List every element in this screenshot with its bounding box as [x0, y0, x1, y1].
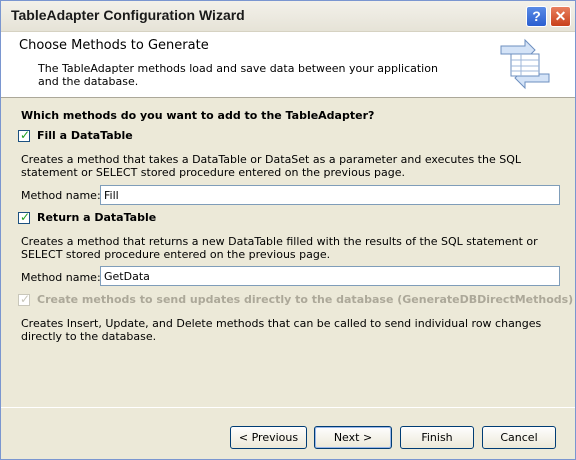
fill-method-name-input[interactable]: Fill — [100, 185, 560, 205]
next-button[interactable]: Next > — [314, 426, 392, 449]
wizard-content: Which methods do you want to add to the … — [1, 98, 575, 408]
close-button[interactable]: ✕ — [550, 6, 571, 27]
table-adapter-icon — [500, 38, 550, 90]
direct-methods-checkbox: ✓ — [18, 292, 31, 306]
return-datatable-label[interactable]: Return a DataTable — [37, 211, 156, 224]
return-method-name-label: Method name: — [21, 271, 101, 284]
cancel-button[interactable]: Cancel — [482, 426, 556, 449]
finish-button[interactable]: Finish — [400, 426, 474, 449]
return-datatable-description: Creates a method that returns a new Data… — [21, 235, 538, 261]
title-bar[interactable]: TableAdapter Configuration Wizard ? ✕ — [1, 1, 575, 32]
checkmark-icon: ✓ — [20, 210, 31, 224]
fill-method-name-label: Method name: — [21, 189, 101, 202]
previous-button[interactable]: < Previous — [230, 426, 307, 449]
page-description: The TableAdapter methods load and save d… — [38, 62, 438, 88]
direct-methods-label: Create methods to send updates directly … — [37, 293, 574, 306]
footer-divider — [1, 407, 575, 408]
fill-datatable-checkbox[interactable]: ✓ — [18, 128, 31, 142]
return-method-name-input[interactable]: GetData — [100, 266, 560, 286]
direct-methods-description: Creates Insert, Update, and Delete metho… — [21, 317, 542, 343]
methods-question: Which methods do you want to add to the … — [21, 109, 375, 122]
fill-datatable-label[interactable]: Fill a DataTable — [37, 129, 133, 142]
window-title: TableAdapter Configuration Wizard — [11, 7, 245, 23]
checkmark-icon: ✓ — [20, 128, 31, 142]
fill-datatable-description: Creates a method that takes a DataTable … — [21, 153, 521, 179]
help-button[interactable]: ? — [526, 6, 547, 27]
return-datatable-checkbox[interactable]: ✓ — [18, 210, 31, 224]
checkmark-icon: ✓ — [20, 292, 31, 306]
wizard-header: Choose Methods to Generate The TableAdap… — [1, 32, 575, 98]
page-title: Choose Methods to Generate — [19, 38, 209, 53]
wizard-window: TableAdapter Configuration Wizard ? ✕ Ch… — [0, 0, 576, 460]
